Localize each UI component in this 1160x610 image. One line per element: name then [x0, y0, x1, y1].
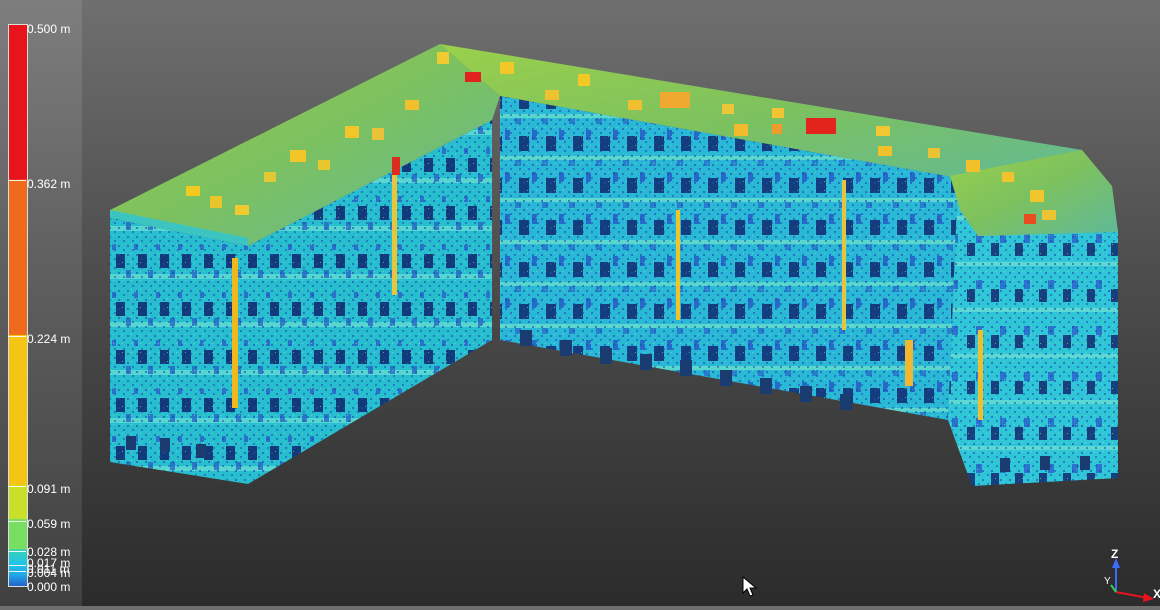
point-cloud-building: [110, 44, 1118, 486]
scale-label-max: 0.500 m: [27, 22, 71, 36]
scale-tick: [8, 486, 26, 487]
scale-tick: [8, 565, 26, 566]
scale-tick: [8, 336, 26, 337]
mouse-pointer-icon: [742, 576, 758, 597]
color-scale-panel: 0.500 m 0.362 m 0.224 m 0.091 m 0.059 m …: [0, 0, 82, 606]
scale-label: 0.362 m: [27, 177, 71, 191]
3d-viewport[interactable]: [82, 0, 1160, 606]
scale-tick: [8, 521, 26, 522]
scale-label: 0.224 m: [27, 332, 71, 346]
scale-tick: [8, 180, 26, 181]
axis-label-x: X: [1153, 587, 1160, 601]
scale-tick: [8, 551, 26, 552]
scale-label: 0.004 m: [27, 566, 71, 580]
color-scale-bar: [8, 24, 28, 587]
scale-label-min: 0.000 m: [27, 580, 71, 594]
scale-label: 0.091 m: [27, 482, 71, 496]
axis-gizmo-icon[interactable]: Z Y X: [1098, 546, 1160, 606]
scale-label: 0.059 m: [27, 517, 71, 531]
scale-tick: [8, 571, 26, 572]
axis-label-z: Z: [1111, 547, 1118, 561]
axis-label-y: Y: [1104, 576, 1111, 587]
